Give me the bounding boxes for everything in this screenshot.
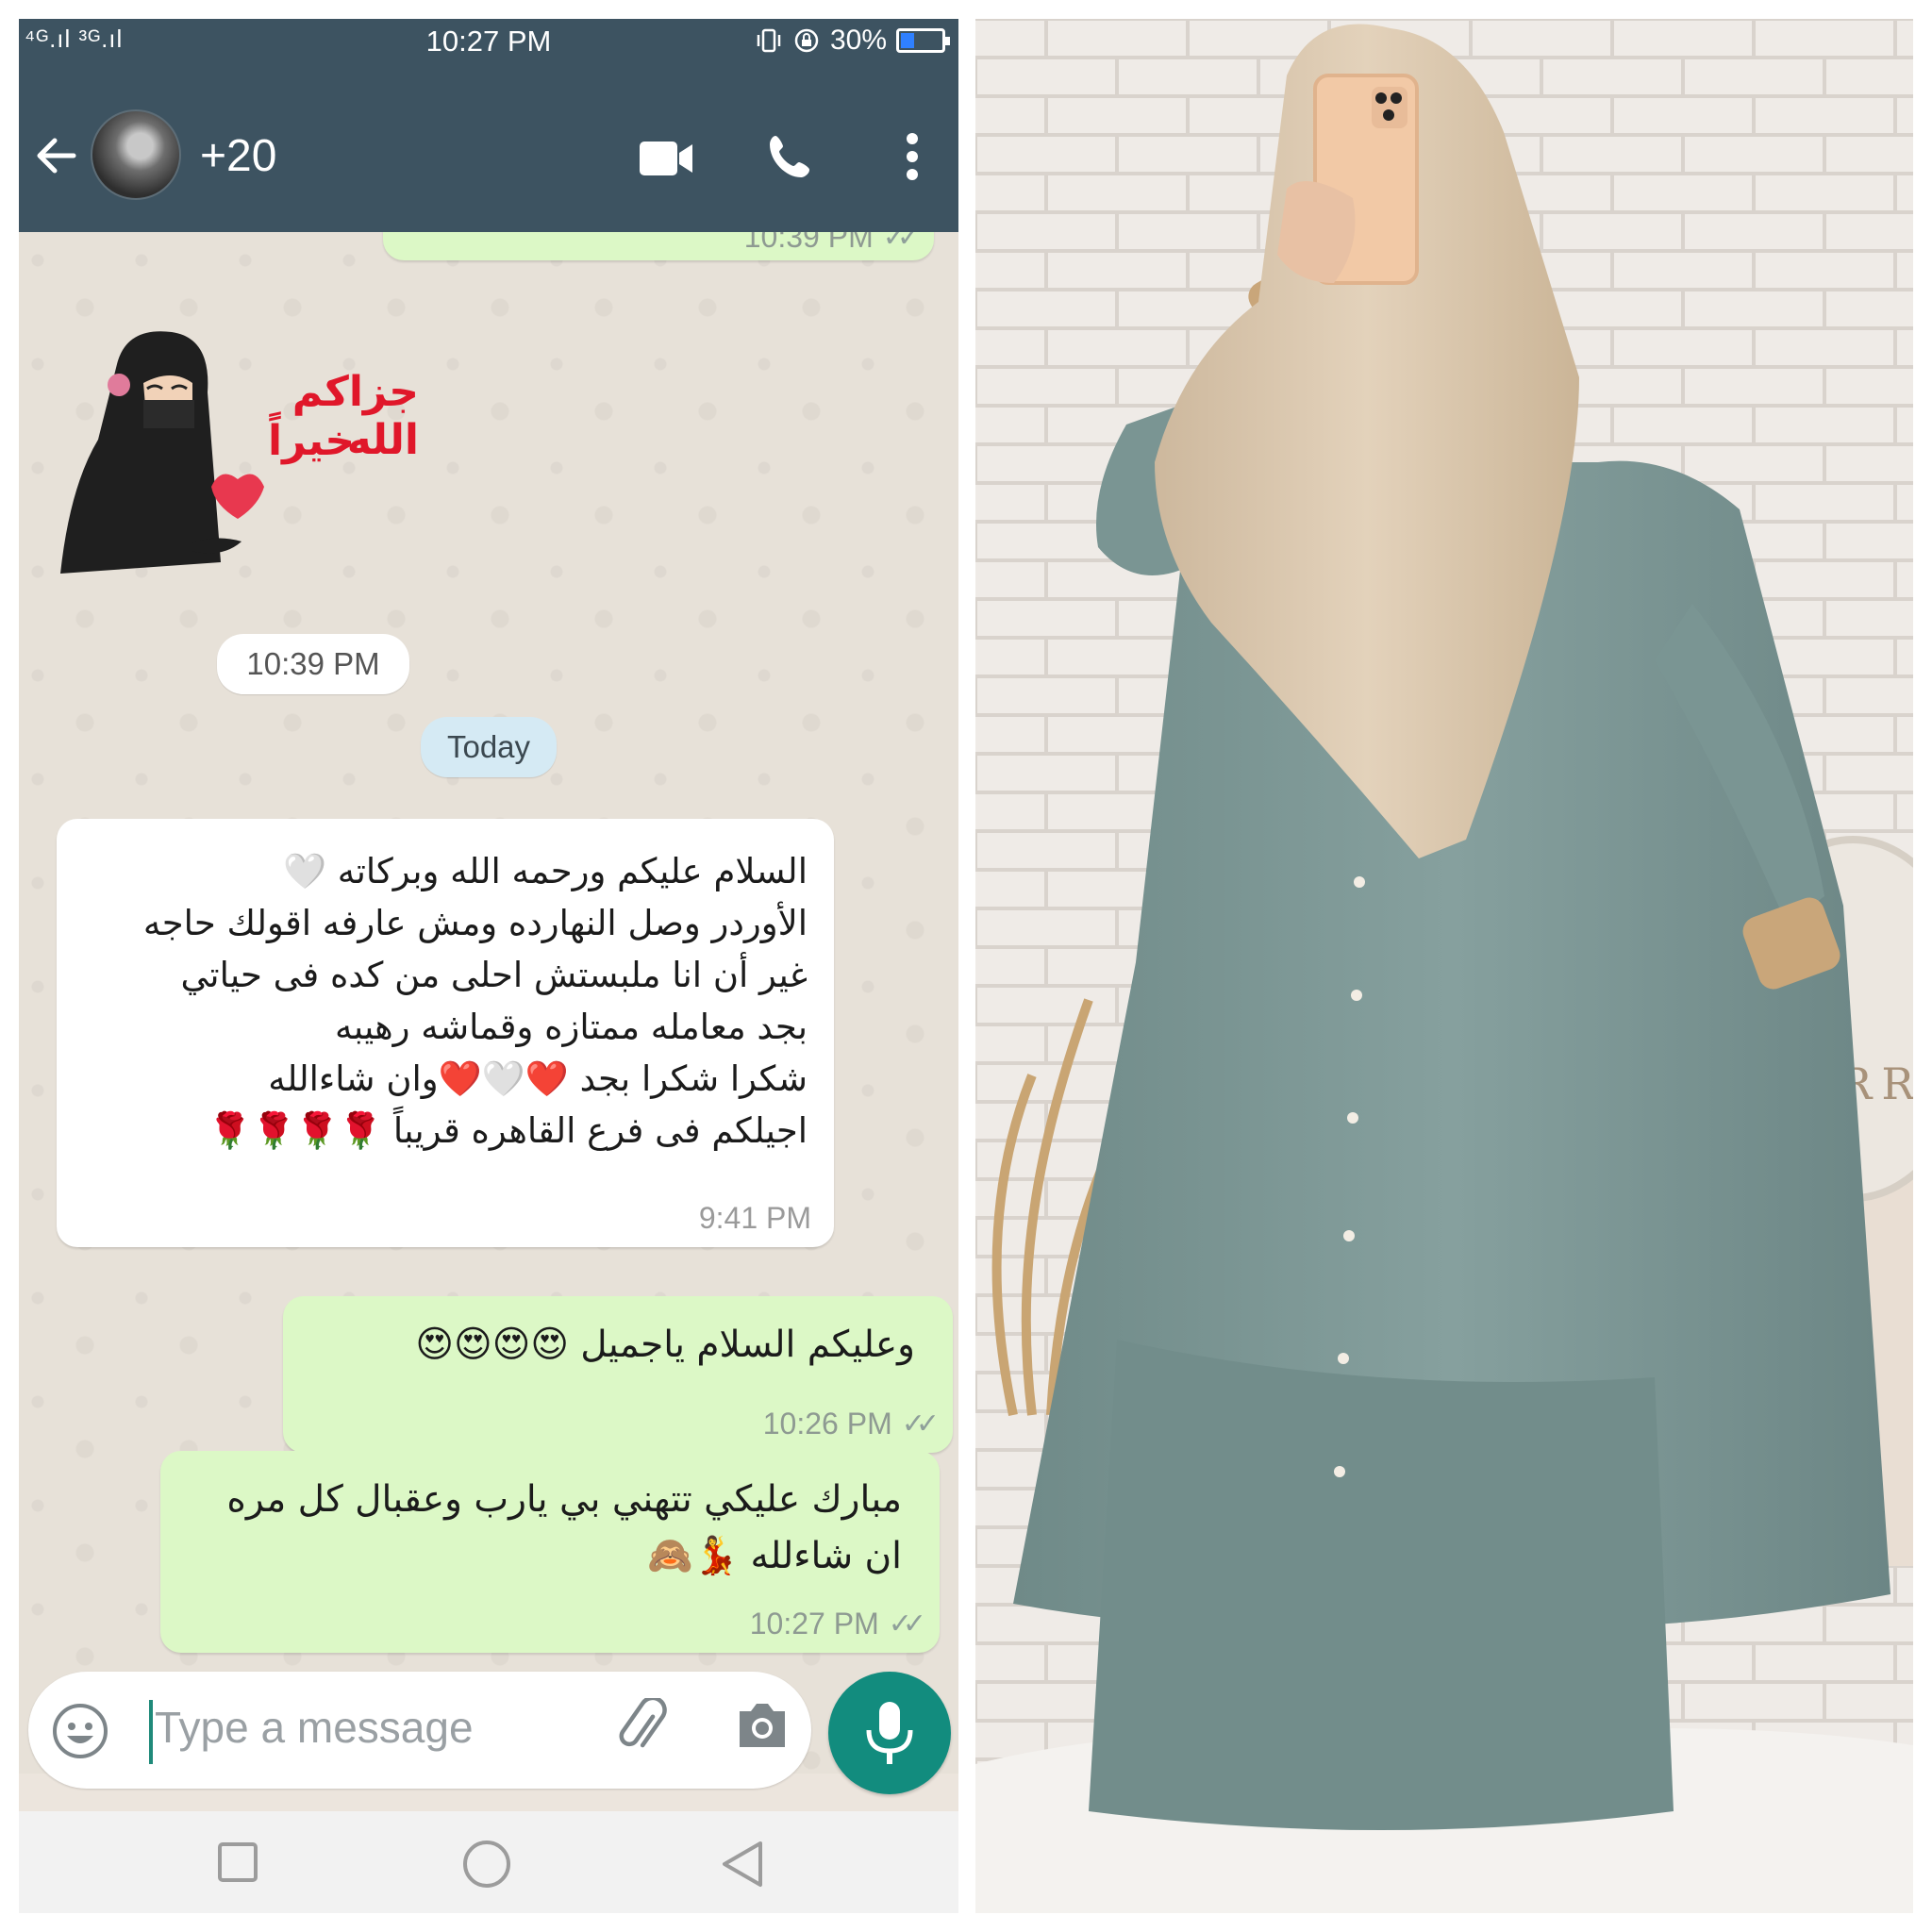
home-circle-icon[interactable]: [462, 1840, 511, 1889]
contact-avatar[interactable]: [91, 109, 181, 200]
message-line: السلام عليكم ورحمه الله وبركاته 🤍: [282, 851, 808, 891]
recents-square-icon[interactable]: [217, 1841, 258, 1883]
attach-icon[interactable]: [611, 1698, 672, 1758]
phone-icon[interactable]: [766, 132, 815, 181]
date-divider-chip: Today: [421, 717, 557, 777]
message-line: شكرا شكرا بجد ❤️🤍❤️وان شاءالله: [268, 1058, 808, 1099]
message-time: 10:27 PM: [749, 1607, 879, 1641]
status-bar: ⁴ᴳ.ıl ³ᴳ.ıl 10:27 PM 30%: [19, 19, 958, 66]
time-divider-chip: 10:39 PM: [217, 634, 409, 694]
message-composer[interactable]: Type a message: [28, 1672, 811, 1789]
product-photo: ORR: [975, 19, 1913, 1913]
video-call-icon[interactable]: [640, 142, 694, 175]
sticker-text-line2: خيراً: [268, 417, 356, 465]
read-ticks-icon: ✓✓: [888, 1608, 926, 1640]
camera-icon[interactable]: [734, 1700, 791, 1751]
message-input[interactable]: Type a message: [155, 1702, 474, 1753]
rotation-lock-icon: [794, 28, 819, 53]
read-ticks-icon: ✓✓: [882, 232, 921, 253]
message-line: غير أن انا ملبستش احلى من كده فى حياتي: [180, 955, 808, 995]
mic-button[interactable]: [828, 1672, 951, 1794]
message-incoming[interactable]: السلام عليكم ورحمه الله وبركاته 🤍 الأورد…: [57, 819, 834, 1247]
chat-header: +20: [19, 66, 958, 232]
message-line: اجيلكم فى فرع القاهره قريباً 🌹🌹🌹🌹: [208, 1110, 808, 1151]
sticker-message[interactable]: جزاكم الله خيراً: [60, 326, 419, 581]
read-ticks-icon: ✓✓: [901, 1408, 940, 1440]
message-time: 10:39 PM: [743, 232, 874, 254]
battery-icon: [896, 28, 950, 53]
back-triangle-icon[interactable]: [719, 1840, 764, 1889]
message-line: بجد معامله ممتازه وقماشه رهيبه: [335, 1007, 808, 1047]
message-outgoing[interactable]: مبارك عليكي تتهني بي يارب وعقبال كل مره …: [160, 1451, 940, 1653]
chat-area[interactable]: 10:39 PM ✓✓ جزاكم الله خيراً 10:39 PM Tod…: [19, 232, 958, 1774]
back-arrow-icon[interactable]: [32, 132, 79, 179]
message-line: مبارك عليكي تتهني بي يارب وعقبال كل مره: [226, 1478, 902, 1521]
android-nav-bar: [19, 1811, 958, 1913]
message-outgoing[interactable]: وعليكم السلام ياجميل 😍😍😍😍 10:26 PM ✓✓: [283, 1296, 953, 1453]
contact-name[interactable]: +20: [200, 130, 276, 182]
battery-percent: 30%: [829, 25, 887, 56]
more-vert-icon[interactable]: [906, 132, 919, 181]
vibrate-icon: [757, 28, 781, 53]
abaya-model-photo: ORR: [975, 19, 1913, 1913]
message-outgoing-partial[interactable]: 10:39 PM ✓✓: [383, 232, 934, 260]
message-time: 10:26 PM: [762, 1407, 892, 1441]
message-line: الأوردر وصل النهارده ومش عارفه اقولك حاج…: [142, 903, 808, 943]
whatsapp-screenshot: ⁴ᴳ.ıl ³ᴳ.ıl 10:27 PM 30% +20 10:39 PM ✓✓: [19, 19, 958, 1913]
emoji-icon[interactable]: [51, 1702, 109, 1760]
text-cursor: [149, 1700, 153, 1764]
message-time: 9:41 PM: [698, 1201, 811, 1235]
message-line: وعليكم السلام ياجميل 😍😍😍😍: [415, 1324, 915, 1366]
mic-icon: [866, 1702, 913, 1764]
message-line: ان شاءلله 💃🙈: [647, 1535, 902, 1577]
